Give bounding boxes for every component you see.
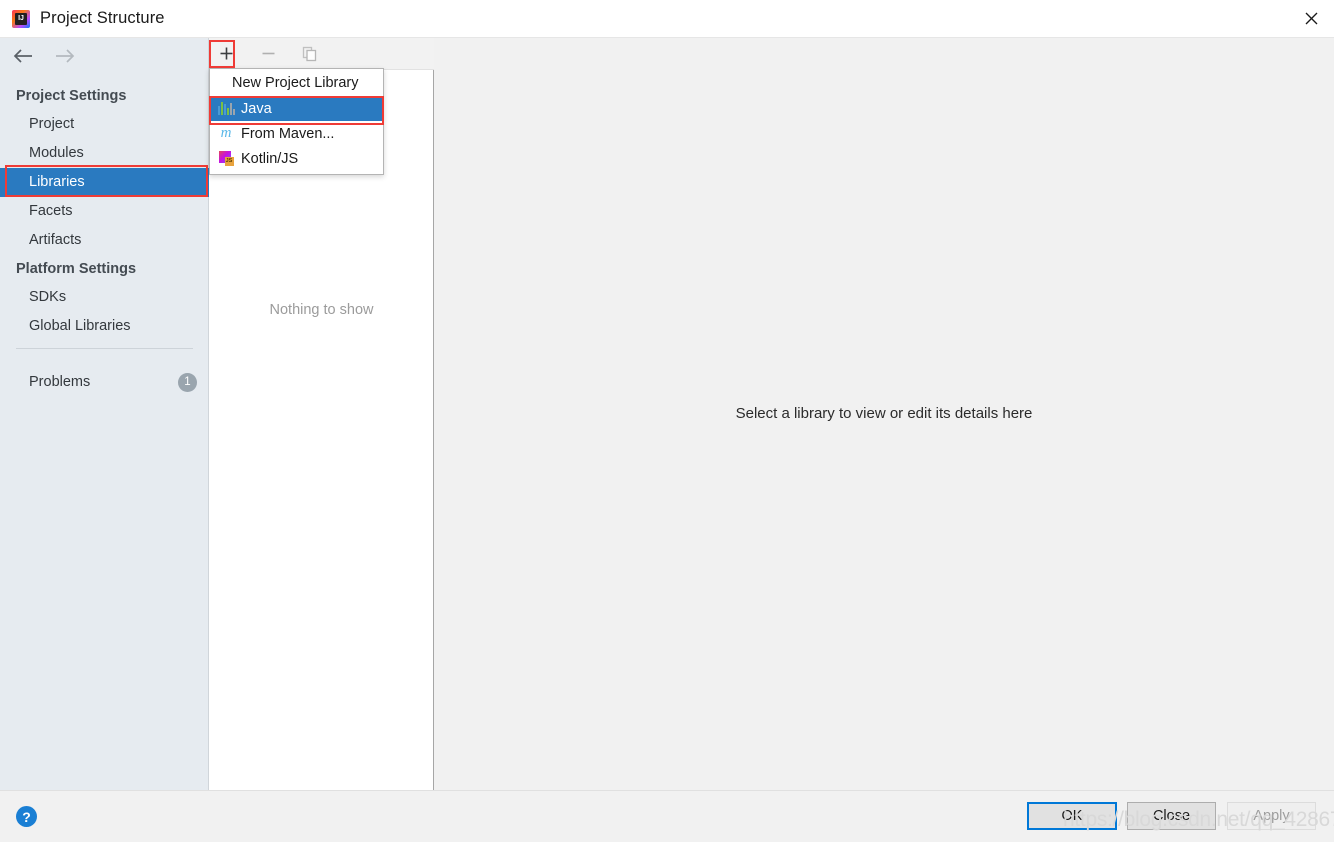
ok-button[interactable]: OK: [1027, 802, 1117, 830]
add-library-button[interactable]: [213, 42, 239, 66]
intellij-idea-icon: [12, 9, 30, 28]
libraries-toolbar: [209, 38, 434, 70]
project-structure-dialog: Project Structure: [0, 0, 1334, 842]
sidebar-group-platform-settings: Platform Settings: [16, 261, 137, 277]
sidebar-item-problems[interactable]: Problems 1: [0, 368, 209, 396]
sidebar-item-sdks[interactable]: SDKs: [0, 283, 209, 312]
empty-list-message: Nothing to show: [269, 302, 374, 318]
menu-item-java[interactable]: Java: [210, 96, 383, 121]
menu-item-label: Java: [241, 100, 272, 117]
maven-icon: m: [220, 125, 232, 141]
window-title: Project Structure: [40, 9, 165, 27]
close-icon: [1305, 12, 1317, 25]
menu-item-label: From Maven...: [241, 125, 335, 142]
sidebar-item-facets[interactable]: Facets: [0, 197, 209, 226]
navigation-arrows: [0, 38, 209, 74]
menu-item-kotlin-js[interactable]: JS Kotlin/JS: [210, 146, 383, 171]
menu-header: New Project Library: [232, 75, 359, 91]
sidebar-item-project[interactable]: Project: [0, 110, 209, 139]
menu-item-from-maven[interactable]: m From Maven...: [210, 121, 383, 146]
problems-label: Problems: [29, 374, 91, 390]
problems-count-badge: 1: [178, 372, 197, 392]
remove-library-button[interactable]: [255, 42, 281, 66]
settings-nav-list: Project Settings Project Modules Librari…: [0, 82, 209, 341]
apply-button: Apply: [1227, 802, 1316, 830]
sidebar-item-global-libraries[interactable]: Global Libraries: [0, 312, 209, 341]
sidebar-item-artifacts[interactable]: Artifacts: [0, 226, 209, 255]
close-window-button[interactable]: [1288, 0, 1334, 37]
new-project-library-menu: New Project Library Java m From Maven...: [209, 68, 384, 175]
java-library-icon: [217, 101, 235, 117]
close-button[interactable]: Close: [1127, 802, 1216, 830]
detail-placeholder-message: Select a library to view or edit its det…: [735, 405, 1033, 422]
help-glyph: ?: [22, 808, 31, 825]
copy-library-button[interactable]: [297, 42, 323, 66]
title-bar: Project Structure: [0, 0, 1334, 38]
sidebar-item-modules[interactable]: Modules: [0, 139, 209, 168]
sidebar-group-project-settings: Project Settings: [16, 88, 127, 104]
arrow-left-icon: [13, 49, 32, 63]
copy-icon: [302, 46, 317, 61]
sidebar-divider: [16, 348, 193, 349]
settings-sidebar: Project Settings Project Modules Librari…: [0, 38, 209, 790]
kotlin-js-icon: JS: [217, 151, 235, 167]
library-detail-panel: Select a library to view or edit its det…: [434, 38, 1334, 790]
sidebar-item-libraries[interactable]: Libraries: [0, 168, 209, 197]
arrow-right-icon: [56, 49, 75, 63]
menu-item-label: Kotlin/JS: [241, 150, 299, 167]
forward-button[interactable]: [52, 45, 78, 67]
minus-icon: [262, 52, 274, 55]
plus-icon: [220, 47, 232, 60]
back-button[interactable]: [10, 45, 36, 67]
help-icon[interactable]: ?: [16, 806, 37, 827]
